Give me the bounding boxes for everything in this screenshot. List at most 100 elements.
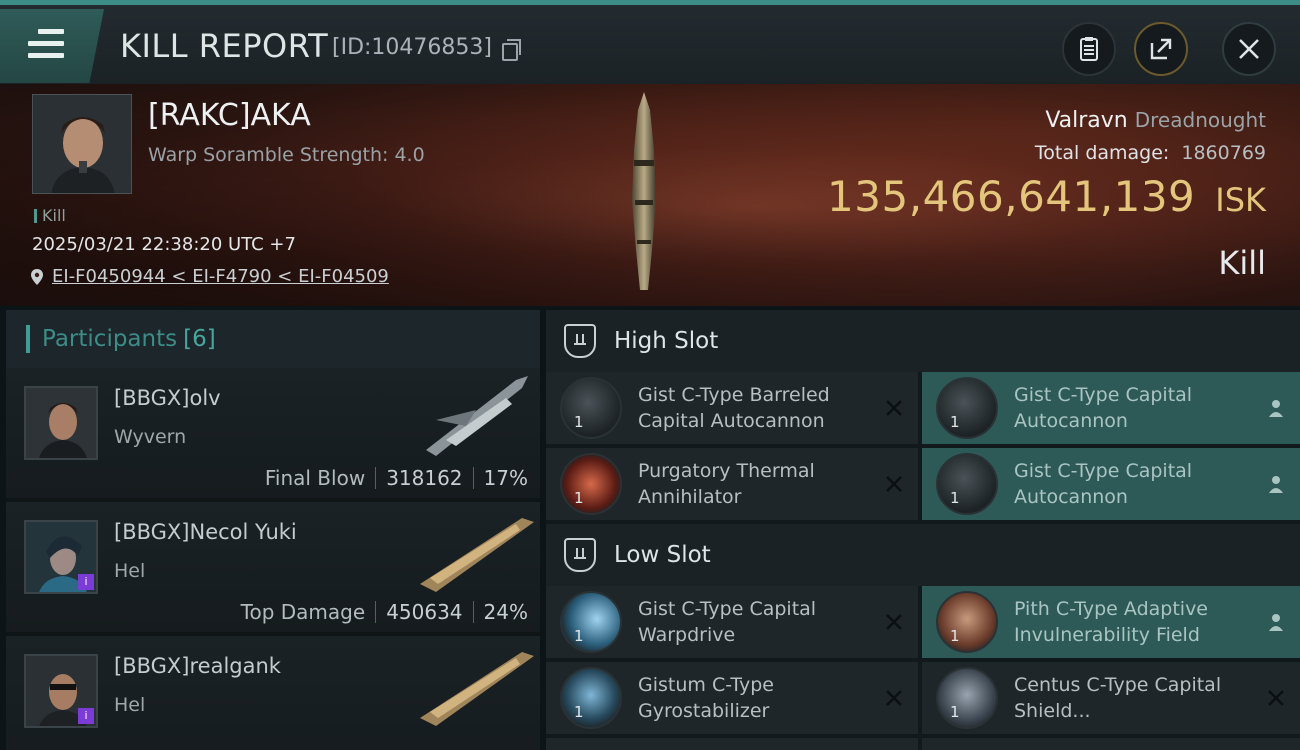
- module-icon: 1: [560, 453, 622, 515]
- module-item[interactable]: 1 Gist C-Type Barreled Capital Autocanno…: [546, 372, 918, 444]
- share-button[interactable]: [1134, 22, 1188, 76]
- participant-stats: Final Blow 318162 17%: [265, 466, 528, 490]
- divider: [472, 467, 474, 489]
- participant-ship-image: [420, 518, 534, 592]
- more-modules-row: [546, 738, 1300, 750]
- ship-name[interactable]: Valravn: [1045, 108, 1127, 133]
- participant-ship-image: [426, 376, 528, 456]
- person-icon: [1269, 400, 1283, 417]
- participant-badge-icon: i: [78, 708, 94, 724]
- clipboard-icon: [1080, 37, 1098, 61]
- fitting-panel: High Slot 1 Gist C-Type Barreled Capital…: [546, 310, 1300, 750]
- ship-class: Dreadnought: [1134, 108, 1266, 132]
- participant-percent: 24%: [483, 600, 528, 624]
- module-icon: 1: [936, 377, 998, 439]
- low-slot-modules: 1 Gist C-Type Capital Warpdrive 1 Pith C…: [546, 586, 1300, 734]
- isk-unit: ISK: [1215, 181, 1266, 219]
- module-name: Pith C-Type Adaptive Invulnerability Fie…: [1014, 598, 1208, 646]
- kill-datetime: 2025/03/21 22:38:20 UTC +7: [32, 234, 296, 255]
- victim-subtitle: Warp Soramble Strength: 4.0: [148, 144, 425, 166]
- destroyed-x-icon: [886, 476, 902, 492]
- participant-name[interactable]: [BBGX]realgank: [114, 654, 281, 678]
- module-icon: 1: [560, 667, 622, 729]
- participant-ship-image: [420, 652, 534, 726]
- total-damage-label: Total damage:: [1034, 142, 1170, 164]
- low-slot-title: Low Slot: [614, 542, 711, 568]
- low-slot-icon: [564, 538, 596, 572]
- module-icon: 1: [936, 667, 998, 729]
- participant-name[interactable]: [BBGX]Necol Yuki: [114, 520, 297, 544]
- isk-value: 135,466,641,139: [827, 172, 1196, 221]
- result-label: Kill: [1218, 244, 1266, 282]
- top-bar: KILL REPORT [ID:10476853]: [0, 0, 1300, 84]
- victim-avatar[interactable]: [32, 94, 132, 194]
- participant-stat-label: Final Blow: [264, 466, 366, 490]
- location-text[interactable]: EI-F0450944 < EI-F4790 < EI-F04509: [52, 266, 389, 287]
- participant-damage: 450634: [386, 600, 463, 624]
- divider: [375, 601, 377, 623]
- victim-ship-name-row: Valravn Dreadnought: [1045, 108, 1266, 133]
- module-icon: 1: [560, 591, 622, 653]
- participants-label: Participants: [42, 326, 178, 352]
- module-name: Gist C-Type Capital Autocannon: [1014, 384, 1193, 432]
- participant-badge-icon: i: [78, 574, 94, 590]
- menu-button[interactable]: [0, 9, 104, 83]
- high-slot-header: High Slot: [546, 310, 1300, 372]
- divider: [375, 467, 377, 489]
- module-item[interactable]: 1 Centus C-Type Capital Shield...: [922, 662, 1300, 734]
- person-icon: [1269, 614, 1283, 631]
- module-name: Gist C-Type Capital Warpdrive: [638, 598, 817, 646]
- participants-panel: Participants [6] [BBGX]olv Wyvern Final …: [6, 310, 540, 750]
- module-icon: 1: [936, 453, 998, 515]
- participants-header: Participants [6]: [6, 310, 540, 368]
- participant-ship: Hel: [114, 560, 146, 582]
- module-item[interactable]: 1 Gistum C-Type Gyrostabilizer: [546, 662, 918, 734]
- isk-value-row: 135,466,641,139 ISK: [827, 172, 1266, 221]
- victim-banner: [RAKC]AKA Warp Soramble Strength: 4.0 Ki…: [0, 84, 1300, 306]
- destroyed-x-icon: [886, 614, 902, 630]
- participant-row[interactable]: [BBGX]olv Wyvern Final Blow 318162 17%: [6, 368, 540, 502]
- participant-row[interactable]: i [BBGX]realgank Hel: [6, 636, 540, 750]
- module-item[interactable]: 1 Gist C-Type Capital Autocannon: [922, 448, 1300, 520]
- kill-tag: Kill: [34, 206, 66, 225]
- destroyed-x-icon: [886, 690, 902, 706]
- participant-ship: Hel: [114, 694, 146, 716]
- participants-count: [6]: [183, 326, 216, 352]
- page-title: KILL REPORT: [120, 27, 329, 65]
- module-item[interactable]: 1 Purgatory Thermal Annihilator: [546, 448, 918, 520]
- header-accent-bar: [26, 325, 30, 353]
- divider: [472, 601, 474, 623]
- copy-icon[interactable]: [502, 39, 521, 61]
- participant-avatar[interactable]: i: [24, 654, 98, 728]
- victim-name[interactable]: [RAKC]AKA: [148, 98, 311, 133]
- participant-damage: 318162: [386, 466, 463, 490]
- participant-row[interactable]: i [BBGX]Necol Yuki Hel Top Damage 450634…: [6, 502, 540, 636]
- participant-stats: Top Damage 450634 24%: [241, 600, 528, 624]
- participant-stat-label: Top Damage: [240, 600, 366, 624]
- module-name: Purgatory Thermal Annihilator: [638, 460, 815, 508]
- participant-name[interactable]: [BBGX]olv: [114, 386, 221, 410]
- module-name: Gistum C-Type Gyrostabilizer: [638, 674, 774, 722]
- total-damage-value: 1860769: [1181, 142, 1266, 164]
- module-icon: 1: [560, 377, 622, 439]
- menu-icon: [28, 29, 64, 59]
- person-icon: [1269, 476, 1283, 493]
- victim-ship-image[interactable]: [620, 90, 668, 296]
- module-name: Gist C-Type Capital Autocannon: [1014, 460, 1193, 508]
- clipboard-button[interactable]: [1062, 22, 1116, 76]
- module-item[interactable]: 1 Gist C-Type Capital Autocannon: [922, 372, 1300, 444]
- close-icon: [1239, 39, 1259, 59]
- module-icon: 1: [936, 591, 998, 653]
- module-name: Gist C-Type Barreled Capital Autocannon: [638, 384, 830, 432]
- high-slot-title: High Slot: [614, 328, 719, 354]
- high-slot-modules: 1 Gist C-Type Barreled Capital Autocanno…: [546, 372, 1300, 520]
- kill-location[interactable]: EI-F0450944 < EI-F4790 < EI-F04509: [30, 266, 389, 287]
- close-button[interactable]: [1222, 22, 1276, 76]
- participant-avatar[interactable]: i: [24, 520, 98, 594]
- participant-percent: 17%: [483, 466, 528, 490]
- module-item[interactable]: 1 Gist C-Type Capital Warpdrive: [546, 586, 918, 658]
- destroyed-x-icon: [886, 400, 902, 416]
- module-item[interactable]: 1 Pith C-Type Adaptive Invulnerability F…: [922, 586, 1300, 658]
- total-damage: Total damage: 1860769: [1035, 142, 1266, 164]
- participant-avatar[interactable]: [24, 386, 98, 460]
